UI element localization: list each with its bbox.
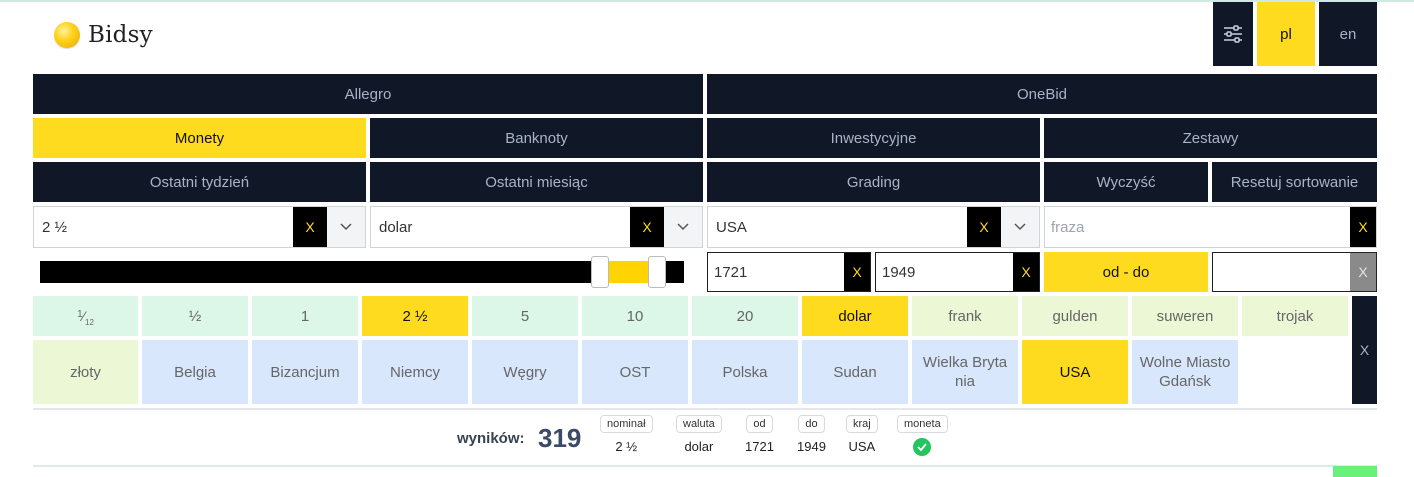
chip-country-selected[interactable]: USA bbox=[1022, 340, 1128, 404]
results-label: wyników: bbox=[457, 430, 525, 447]
range-button[interactable]: od - do bbox=[1044, 252, 1208, 292]
coin-icon bbox=[54, 22, 80, 48]
summary-currency: waluta dolar bbox=[676, 415, 722, 454]
chip-country[interactable]: Sudan bbox=[802, 340, 908, 404]
summary-nominal: nominał 2 ½ bbox=[600, 415, 653, 454]
summary-tag: moneta bbox=[897, 415, 948, 433]
phrase-field[interactable]: X bbox=[1044, 206, 1377, 248]
summary-tag: waluta bbox=[676, 415, 722, 433]
chevron-down-icon[interactable] bbox=[327, 207, 365, 247]
chip-country[interactable]: Bizancjum bbox=[252, 340, 358, 404]
top-border bbox=[0, 0, 1414, 2]
chip-currency[interactable]: frank bbox=[912, 296, 1018, 336]
category-zestawy-button[interactable]: Zestawy bbox=[1044, 118, 1377, 158]
category-monety-button[interactable]: Monety bbox=[33, 118, 366, 158]
summary-tag: od bbox=[746, 415, 773, 433]
brand-name: Bidsy bbox=[88, 22, 153, 48]
country-select[interactable]: USA X bbox=[707, 206, 1040, 248]
sliders-icon bbox=[1224, 25, 1242, 43]
currency-clear-button[interactable]: X bbox=[630, 207, 664, 247]
year-slider-min-handle[interactable] bbox=[591, 256, 609, 288]
year-slider-max-handle[interactable] bbox=[648, 256, 666, 288]
phrase-clear-button[interactable]: X bbox=[1350, 207, 1376, 247]
category-banknoty-button[interactable]: Banknoty bbox=[370, 118, 703, 158]
summary-to: do 1949 bbox=[797, 415, 826, 454]
summary-from: od 1721 bbox=[745, 415, 774, 454]
category-inwestycyjne-button[interactable]: Inwestycyjne bbox=[707, 118, 1040, 158]
settings-button[interactable] bbox=[1213, 2, 1253, 66]
clear-chips-button[interactable]: X bbox=[1352, 296, 1377, 404]
summary-value: dolar bbox=[684, 439, 714, 454]
extra-input[interactable] bbox=[1213, 253, 1350, 291]
summary-value: 1721 bbox=[745, 439, 774, 454]
chevron-down-icon[interactable] bbox=[1001, 207, 1039, 247]
chip-nominal[interactable]: 1 bbox=[252, 296, 358, 336]
chip-nominal[interactable]: 5 bbox=[472, 296, 578, 336]
year-from-field[interactable]: X bbox=[707, 252, 871, 292]
source-onebid-button[interactable]: OneBid bbox=[707, 74, 1377, 114]
chip-country[interactable]: OST bbox=[582, 340, 688, 404]
lang-pl-button[interactable]: pl bbox=[1257, 2, 1315, 66]
reset-sort-button[interactable]: Resetuj sortowanie bbox=[1212, 162, 1377, 202]
country-clear-button[interactable]: X bbox=[967, 207, 1001, 247]
chip-currency[interactable]: złoty bbox=[33, 340, 138, 404]
divider bbox=[33, 408, 1377, 410]
phrase-input[interactable] bbox=[1045, 207, 1350, 247]
chip-country[interactable]: Wielka Bryta nia bbox=[912, 340, 1018, 404]
clear-button[interactable]: Wyczyść bbox=[1044, 162, 1208, 202]
extra-clear-button[interactable]: X bbox=[1350, 253, 1376, 291]
chip-country[interactable]: Niemcy bbox=[362, 340, 468, 404]
last-month-button[interactable]: Ostatni miesiąc bbox=[370, 162, 703, 202]
chip-nominal[interactable]: ½ bbox=[142, 296, 248, 336]
logo[interactable]: Bidsy bbox=[54, 22, 153, 48]
summary-tag: do bbox=[798, 415, 825, 433]
chip-nominal[interactable]: 20 bbox=[692, 296, 798, 336]
results-count: 319 bbox=[538, 423, 582, 453]
fraction-label: 1 ⁄ 12 bbox=[77, 307, 94, 327]
extra-field[interactable]: X bbox=[1212, 252, 1377, 292]
last-week-button[interactable]: Ostatni tydzień bbox=[33, 162, 366, 202]
chip-nominal-selected[interactable]: 2 ½ bbox=[362, 296, 468, 336]
denomination-value: 2 ½ bbox=[42, 218, 68, 236]
currency-select[interactable]: dolar X bbox=[370, 206, 703, 248]
check-icon bbox=[913, 438, 932, 456]
year-from-input[interactable] bbox=[708, 253, 844, 291]
year-from-clear-button[interactable]: X bbox=[844, 253, 870, 291]
summary-value: 1949 bbox=[797, 439, 826, 454]
chip-currency[interactable]: suweren bbox=[1132, 296, 1238, 336]
currency-value: dolar bbox=[379, 218, 413, 236]
chip-nominal[interactable]: 10 bbox=[582, 296, 688, 336]
denomination-clear-button[interactable]: X bbox=[293, 207, 327, 247]
chip-nominal-fraction[interactable]: 1 ⁄ 12 bbox=[33, 296, 138, 336]
divider bbox=[33, 465, 1377, 467]
source-allegro-button[interactable]: Allegro bbox=[33, 74, 703, 114]
year-to-input[interactable] bbox=[876, 253, 1013, 291]
year-to-field[interactable]: X bbox=[875, 252, 1040, 292]
chip-country[interactable]: Polska bbox=[692, 340, 798, 404]
grading-button[interactable]: Grading bbox=[707, 162, 1040, 202]
denomination-select[interactable]: 2 ½ X bbox=[33, 206, 366, 248]
chip-currency[interactable]: gulden bbox=[1022, 296, 1128, 336]
chevron-down-icon[interactable] bbox=[664, 207, 702, 247]
year-slider-track[interactable] bbox=[40, 261, 684, 283]
chip-country[interactable]: Belgia bbox=[142, 340, 248, 404]
chip-country[interactable]: Węgry bbox=[472, 340, 578, 404]
scroll-indicator bbox=[1333, 466, 1377, 477]
summary-tag: kraj bbox=[846, 415, 878, 433]
lang-en-button[interactable]: en bbox=[1319, 2, 1377, 66]
summary-country: kraj USA bbox=[846, 415, 878, 454]
year-to-clear-button[interactable]: X bbox=[1013, 253, 1039, 291]
summary-tag: nominał bbox=[600, 415, 653, 433]
country-value: USA bbox=[716, 218, 747, 236]
chip-currency[interactable]: trojak bbox=[1242, 296, 1348, 336]
summary-coin: moneta bbox=[897, 415, 948, 456]
chip-currency-selected[interactable]: dolar bbox=[802, 296, 908, 336]
chip-country[interactable]: Wolne Miasto Gdańsk bbox=[1132, 340, 1238, 404]
summary-value: USA bbox=[848, 439, 876, 454]
summary-value: 2 ½ bbox=[615, 439, 638, 454]
